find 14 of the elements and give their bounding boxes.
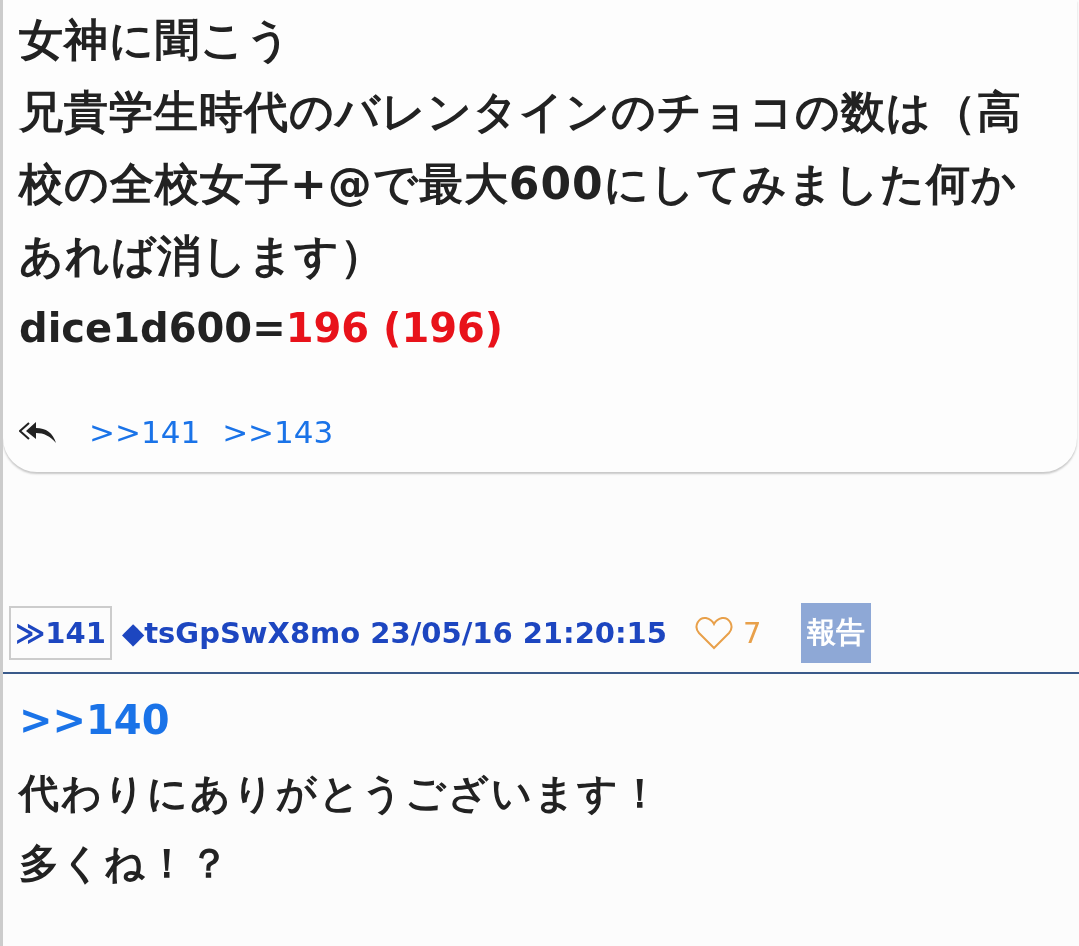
post-text: 女神に聞こう [19, 13, 293, 67]
post-number[interactable]: ≫141 [9, 606, 112, 660]
post-text: 代わりにありがとうございます！ [19, 769, 663, 818]
post-author-date: ◆tsGpSwX8mo 23/05/16 21:20:15 [121, 616, 667, 650]
post-text: 多くね！？ [19, 839, 232, 888]
post-text: 兄貴学生時代のバレンタインのチョコの数は（高校の全校女子+@で最大600にしてみました何かあれば消します） [19, 85, 1023, 283]
reply-anchor-link[interactable]: >>140 [19, 682, 170, 758]
reply-link[interactable]: >>143 [222, 414, 334, 450]
dice-result: 196 (196) [285, 304, 504, 353]
report-button[interactable]: 報告 [801, 603, 872, 663]
dice-expression: dice1d600= [19, 304, 286, 353]
reply-all-icon[interactable] [19, 420, 57, 444]
like-count: 7 [742, 616, 762, 650]
reply-link[interactable]: >>141 [89, 414, 201, 450]
